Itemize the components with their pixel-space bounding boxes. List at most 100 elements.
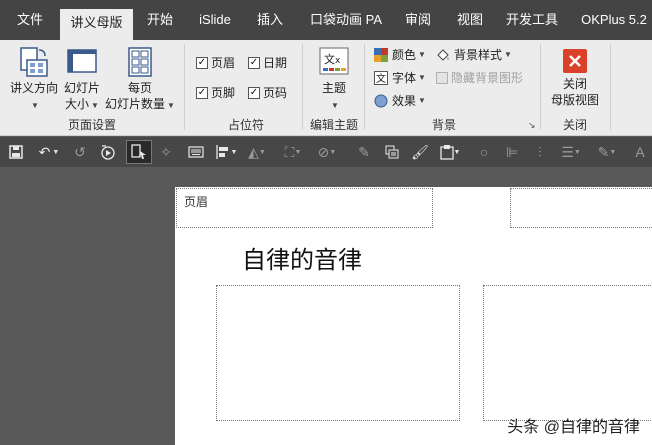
hide-background-checkbox[interactable]: 隐藏背景图形 (436, 69, 523, 86)
slide-size-icon (67, 49, 97, 73)
brush-icon[interactable]: 🖌 (410, 142, 430, 162)
header-checkbox[interactable]: ✓ 页眉 (196, 54, 235, 71)
effects-label: 效果 (392, 94, 417, 108)
effects-icon (374, 94, 388, 107)
fonts-button[interactable]: 文 字体 ▼ (374, 69, 426, 86)
start-slideshow-icon[interactable] (98, 142, 118, 162)
chart-icon[interactable]: ⫶ (530, 142, 550, 162)
circle-shape-icon[interactable]: ○ (474, 142, 494, 162)
undo-icon[interactable]: ↶ ▼ (34, 142, 64, 162)
ribbon-tab-bar: 文件 讲义母版 开始 iSlide 插入 口袋动画 PA 审阅 视图 开发工具 … (0, 0, 652, 40)
per-page-label-line2: 幻灯片数量 (105, 97, 166, 111)
group-divider (610, 44, 611, 130)
align-left-icon[interactable]: ⊫ (502, 142, 522, 162)
shape-fill-icon[interactable]: ⊘ ▼ (314, 142, 340, 162)
tab-pocket-animation[interactable]: 口袋动画 PA (306, 0, 386, 40)
handout-master-canvas: 页眉 自律的音律 头条 @自律的音律 (175, 187, 652, 445)
group-divider (364, 44, 365, 130)
colors-icon (374, 47, 388, 62)
svg-text:x: x (335, 56, 341, 66)
effects-button[interactable]: 效果 ▼ (374, 92, 426, 109)
close-master-view-button[interactable]: 关闭 母版视图 (546, 48, 604, 108)
svg-text:文: 文 (324, 52, 335, 66)
chevron-down-icon: ▼ (31, 101, 39, 110)
colors-button[interactable]: 颜色 ▼ (374, 46, 426, 63)
theme-button[interactable]: 文 x 主题 ▼ (314, 46, 354, 114)
quick-access-toolbar: ↶ ▼ ↺ ✧ ▼ ◭ ▼ ⛶ ▼ ⊘ ▼ ✎ 🖌 ▼ ○ ⊫ ⫶ ☰ ▼ ✎ ▼ A (0, 137, 652, 167)
pen-icon[interactable]: ✎ ▼ (594, 142, 620, 162)
header-placeholder-label: 页眉 (184, 195, 209, 209)
group-label-edit-theme: 编辑主题 (309, 118, 358, 132)
tab-handout-master[interactable]: 讲义母版 (60, 9, 133, 40)
tab-insert[interactable]: 插入 (250, 0, 290, 40)
footer-checkbox-label: 页脚 (211, 86, 236, 100)
tab-review[interactable]: 审阅 (398, 0, 438, 40)
bring-forward-icon[interactable] (382, 142, 402, 162)
tab-islide[interactable]: iSlide (192, 0, 238, 40)
tab-okplus[interactable]: OKPlus 5.2 (576, 0, 652, 40)
paste-icon[interactable]: ▼ (436, 142, 464, 162)
animation-painter-icon[interactable]: ✧ (156, 142, 176, 162)
ribbon: 讲义方向▼ 幻灯片 大小 ▼ 每页 幻灯片数量 ▼ 页面设置 ✓ 页眉 ✓ 日期 ✓ 页脚… (0, 40, 652, 136)
tab-home[interactable]: 开始 (138, 0, 182, 40)
text-icon[interactable]: A (630, 142, 650, 162)
tab-file[interactable]: 文件 (0, 0, 60, 40)
slides-per-page-icon (128, 47, 152, 77)
checkbox-checked-icon: ✓ (248, 86, 260, 99)
selection-pane-icon[interactable] (126, 140, 152, 164)
chevron-down-icon: ▼ (91, 101, 99, 110)
redo-icon[interactable]: ↺ (70, 142, 90, 162)
rotate-icon[interactable]: ◭ ▼ (244, 142, 270, 162)
keyboard-icon[interactable] (186, 142, 206, 162)
tab-developer[interactable]: 开发工具 (500, 0, 564, 40)
save-icon[interactable] (6, 142, 26, 162)
fonts-label: 字体 (392, 71, 417, 85)
date-placeholder[interactable] (510, 188, 652, 228)
hide-background-label: 隐藏背景图形 (451, 71, 524, 85)
slide-thumbnail-placeholder[interactable] (483, 285, 652, 421)
chevron-down-icon: ▼ (167, 101, 175, 110)
chevron-down-icon: ▼ (418, 73, 426, 82)
chevron-down-icon: ▼ (418, 50, 426, 59)
paint-bucket-icon (437, 48, 449, 61)
dialog-launcher-icon[interactable]: ↘ (528, 120, 536, 131)
background-styles-button[interactable]: 背景样式 ▼ (436, 46, 512, 63)
orientation-label: 讲义方向 (9, 81, 58, 95)
date-checkbox[interactable]: ✓ 日期 (248, 54, 287, 71)
group-label-placeholders: 占位符 (227, 118, 264, 132)
checkbox-unchecked-icon (436, 71, 448, 84)
orientation-icon (20, 47, 48, 77)
checkbox-checked-icon: ✓ (196, 56, 208, 69)
align-icon[interactable]: ▼ (212, 142, 240, 162)
close-icon (563, 49, 587, 73)
slide-size-button[interactable]: 幻灯片 大小 ▼ (62, 46, 102, 114)
per-page-label-line1: 每页 (127, 81, 152, 95)
watermark-text: 头条 @自律的音律 (507, 419, 640, 436)
slide-size-label-line2: 大小 (65, 97, 90, 111)
tab-view[interactable]: 视图 (450, 0, 490, 40)
distribute-icon[interactable]: ⛶ ▼ (280, 142, 306, 162)
slides-per-page-button[interactable]: 每页 幻灯片数量 ▼ (104, 46, 176, 114)
page-number-checkbox[interactable]: ✓ 页码 (248, 84, 287, 101)
footer-checkbox[interactable]: ✓ 页脚 (196, 84, 235, 101)
format-painter-icon[interactable]: ✎ (354, 142, 374, 162)
colors-label: 颜色 (392, 48, 417, 62)
checkbox-checked-icon: ✓ (196, 86, 208, 99)
svg-text:文: 文 (376, 72, 386, 85)
date-checkbox-label: 日期 (263, 56, 288, 70)
layout-icon[interactable]: ☰ ▼ (558, 142, 584, 162)
group-label-close: 关闭 (562, 118, 587, 132)
chevron-down-icon: ▼ (331, 101, 339, 110)
theme-icon: 文 x (319, 47, 349, 75)
header-placeholder[interactable]: 页眉 (176, 188, 433, 228)
group-divider (184, 44, 185, 130)
page-number-checkbox-label: 页码 (263, 86, 288, 100)
chevron-down-icon: ▼ (504, 50, 512, 59)
close-label-line1: 关闭 (562, 77, 587, 91)
background-styles-label: 背景样式 (454, 48, 503, 62)
slide-thumbnail-placeholder[interactable] (216, 285, 460, 421)
slide-size-label-line1: 幻灯片 (63, 81, 100, 95)
handout-orientation-button[interactable]: 讲义方向 ▼ (6, 46, 62, 114)
group-label-page-setup: 页面设置 (67, 118, 116, 132)
slide-title-text[interactable]: 自律的音律 (242, 240, 362, 275)
